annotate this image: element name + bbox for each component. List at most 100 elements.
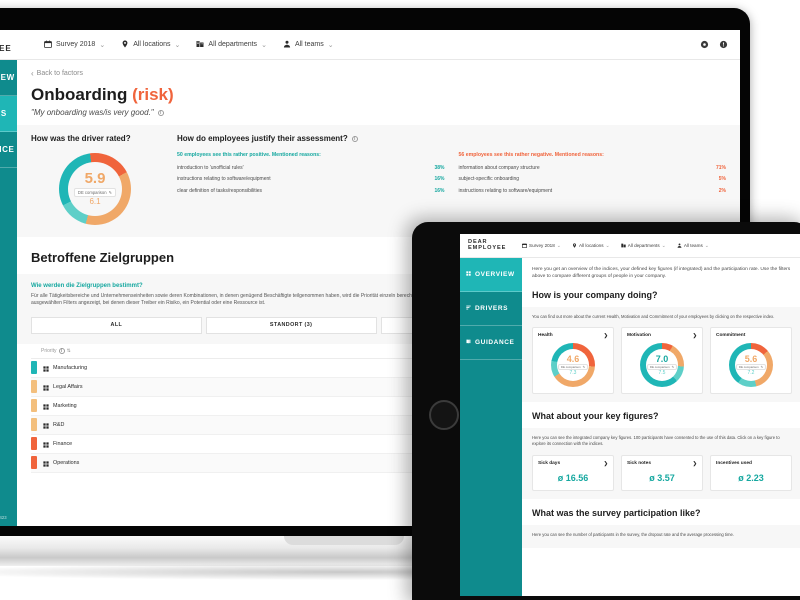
list-item[interactable]: instructions relating to software/equipm… bbox=[177, 176, 445, 183]
pencil-icon: ✎ bbox=[108, 190, 113, 195]
list-item[interactable]: clear definition of tasks/responsibiliti… bbox=[177, 188, 445, 195]
grid-icon bbox=[43, 435, 49, 453]
tablet-content: Here you get an overview of the indices,… bbox=[522, 258, 800, 596]
commitment-donut-chart[interactable]: 5.6 DE comparison ✎ 7.2 bbox=[729, 343, 773, 388]
tab-standort[interactable]: STANDORT (3) bbox=[205, 316, 377, 334]
reason-percent: 71% bbox=[715, 164, 726, 171]
section-company-title: How is your company doing? bbox=[532, 289, 658, 300]
motivation-donut-chart[interactable]: 7.0 DE comparison ✎ 7.5 bbox=[640, 343, 684, 388]
health-donut-chart[interactable]: 4.6 DE comparison ✎ 7.3 bbox=[551, 343, 595, 388]
list-item[interactable]: subject-specific onboarding 5% bbox=[459, 176, 727, 183]
filter-teams[interactable]: All teams ⌄ bbox=[677, 243, 709, 249]
sidebar-item-guidance[interactable]: GUIDANCE bbox=[460, 326, 522, 360]
info-icon[interactable]: i bbox=[157, 109, 164, 116]
commitment-score: 5.6 bbox=[744, 353, 758, 364]
keyfigure-card-sick-notes[interactable]: Sick notes ❯ ø 3.57 bbox=[621, 454, 703, 491]
brand-line-2: EMPLOYEE bbox=[468, 244, 507, 251]
help-icon[interactable] bbox=[719, 36, 728, 54]
chevron-down-icon: ⌄ bbox=[99, 41, 106, 49]
grid-icon bbox=[43, 378, 49, 396]
tablet-home-button[interactable] bbox=[429, 400, 459, 430]
grid-icon bbox=[466, 271, 471, 278]
keyfigure-card-incentives[interactable]: Incentives used ø 2.23 bbox=[710, 454, 792, 491]
keyfigure-incentives-value: ø 2.23 bbox=[738, 472, 764, 483]
bars-icon bbox=[466, 305, 471, 312]
driver-donut-hole: 5.9 DE comparison ✎ 6.1 bbox=[68, 162, 122, 216]
tablet-screen: DEAR EMPLOYEE Survey 2018 ⌄ All location… bbox=[460, 234, 800, 596]
positive-reasons-heading: 50 employees see this rather positive. M… bbox=[177, 152, 321, 158]
info-icon[interactable]: i bbox=[351, 135, 358, 142]
filter-departments[interactable]: All departments ⌄ bbox=[621, 243, 666, 249]
laptop-filter-bar: Survey 2018 ⌄ All locations ⌄ All depart… bbox=[44, 40, 334, 50]
section-participation-lead: Here you can see the number of participa… bbox=[532, 531, 734, 537]
sidebar-item-overview-label: OVERVIEW bbox=[475, 271, 515, 278]
index-card-commitment[interactable]: Commitment 5.6 DE comparison ✎ 7.2 bbox=[710, 327, 792, 395]
gear-icon[interactable] bbox=[700, 36, 709, 54]
filter-locations[interactable]: All locations ⌄ bbox=[121, 40, 180, 50]
tab-all[interactable]: ALL bbox=[31, 316, 202, 334]
commitment-comparison-label: DE comparison bbox=[738, 364, 759, 369]
list-item[interactable]: instructions relating to software/equipm… bbox=[459, 188, 727, 195]
filter-survey[interactable]: Survey 2018 ⌄ bbox=[44, 40, 105, 50]
person-icon bbox=[677, 243, 682, 249]
book-icon bbox=[466, 339, 471, 346]
driver-comparison-label: DE comparison bbox=[77, 190, 107, 195]
grid-icon bbox=[43, 397, 49, 415]
tablet-intro: Here you get an overview of the indices,… bbox=[522, 258, 800, 300]
keyfigure-card-sick-days[interactable]: Sick days ❯ ø 16.56 bbox=[532, 454, 614, 491]
sidebar-item-drivers[interactable]: DRIVERS bbox=[0, 96, 17, 132]
location-pin-icon bbox=[572, 242, 577, 249]
row-name: R&D bbox=[53, 421, 65, 428]
section-keyfigures-title: What about your key figures? bbox=[532, 411, 659, 422]
reason-percent: 2% bbox=[718, 187, 726, 194]
chevron-right-icon[interactable]: ❯ bbox=[693, 461, 697, 467]
list-item[interactable]: introduction to 'unofficial rules' 38% bbox=[177, 165, 445, 172]
motivation-comparison-value: 7.5 bbox=[658, 369, 666, 376]
health-comparison-label: DE comparison bbox=[560, 364, 581, 369]
building-icon bbox=[621, 243, 626, 249]
brand-logo[interactable]: DEAR EMPLOYEE bbox=[0, 36, 30, 53]
index-card-health[interactable]: Health ❯ 4.6 DE comparison ✎ 7.3 bbox=[532, 327, 614, 395]
positive-reasons-list: introduction to 'unofficial rules' 38% i… bbox=[177, 165, 445, 195]
commitment-comparison-value: 7.2 bbox=[747, 369, 755, 376]
sidebar-item-drivers[interactable]: DRIVERS bbox=[460, 292, 522, 326]
assessment-question: How do employees justify their assessmen… bbox=[177, 134, 726, 143]
sort-icon[interactable]: ⇅ bbox=[67, 348, 71, 354]
tab-standort-label: STANDORT (3) bbox=[269, 322, 313, 328]
health-score: 4.6 bbox=[566, 353, 580, 364]
reasons-columns: 50 employees see this rather positive. M… bbox=[177, 152, 726, 194]
laptop-topbar: DEAR EMPLOYEE Survey 2018 ⌄ All location… bbox=[0, 30, 740, 60]
chevron-right-icon[interactable]: ❯ bbox=[604, 461, 608, 467]
tablet-topbar: DEAR EMPLOYEE Survey 2018 ⌄ All location… bbox=[460, 234, 800, 258]
person-icon bbox=[283, 40, 291, 50]
filter-departments[interactable]: All departments ⌄ bbox=[196, 40, 267, 50]
location-pin-icon bbox=[121, 40, 129, 50]
back-to-factors-label: Back to factors bbox=[36, 70, 83, 77]
index-card-motivation[interactable]: Motivation ❯ 7.0 DE comparison ✎ 7.5 bbox=[621, 327, 703, 395]
driver-comparison-pill[interactable]: DE comparison ✎ bbox=[73, 188, 117, 197]
brand-logo[interactable]: DEAR EMPLOYEE bbox=[468, 239, 514, 252]
list-item[interactable]: information about company structure 71% bbox=[459, 165, 727, 172]
filter-departments-label: All departments bbox=[208, 41, 258, 48]
chevron-down-icon: ⌄ bbox=[704, 242, 709, 249]
motivation-donut-hole: 7.0 DE comparison ✎ 7.5 bbox=[646, 349, 678, 382]
filter-teams[interactable]: All teams ⌄ bbox=[283, 40, 334, 50]
driver-donut-chart[interactable]: 5.9 DE comparison ✎ 6.1 bbox=[59, 153, 131, 225]
sidebar-item-guidance[interactable]: GUIDANCE bbox=[0, 132, 17, 168]
page-subtitle: "My onboarding was/is very good." i bbox=[31, 108, 726, 117]
filter-survey[interactable]: Survey 2018 ⌄ bbox=[522, 243, 561, 249]
tablet-sidebar: OVERVIEW DRIVERS GUIDANCE Version 1.4.89… bbox=[460, 258, 522, 596]
sidebar-item-overview[interactable]: OVERVIEW bbox=[460, 258, 522, 292]
commitment-donut-hole: 5.6 DE comparison ✎ 7.2 bbox=[735, 349, 767, 382]
info-icon[interactable]: i bbox=[58, 347, 65, 354]
filter-locations-label: All locations bbox=[579, 243, 604, 248]
filter-locations[interactable]: All locations ⌄ bbox=[572, 243, 610, 249]
back-to-factors-link[interactable]: ‹ Back to factors bbox=[31, 69, 726, 78]
sidebar-item-overview[interactable]: OVERVIEW bbox=[0, 60, 17, 96]
reason-percent: 16% bbox=[434, 176, 445, 182]
sidebar-filler bbox=[460, 360, 522, 596]
chevron-right-icon[interactable]: ❯ bbox=[693, 333, 697, 339]
driver-rating-block: How was the driver rated? 5.9 DE compari… bbox=[31, 134, 159, 225]
chevron-right-icon[interactable]: ❯ bbox=[604, 333, 608, 339]
row-name: Marketing bbox=[53, 402, 77, 409]
